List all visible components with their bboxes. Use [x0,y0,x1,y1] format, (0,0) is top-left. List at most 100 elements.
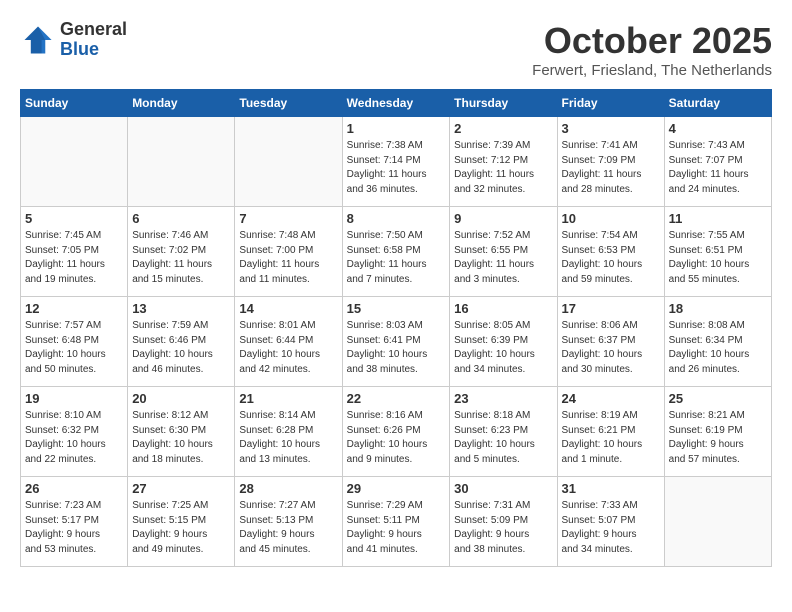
day-info: Sunrise: 7:31 AMSunset: 5:09 PMDaylight:… [454,499,552,557]
day-number: 12 [25,301,123,316]
day-number: 14 [239,301,337,316]
day-number: 20 [132,391,230,406]
title-block: October 2025 Ferwert, Friesland, The Net… [532,20,772,79]
weekday-header: Tuesday [235,90,342,117]
calendar-cell: 20 Sunrise: 8:12 AMSunset: 6:30 PMDayligh… [128,387,235,477]
day-info: Sunrise: 8:21 AMSunset: 6:19 PMDaylight:… [669,409,767,467]
calendar-cell: 2Sunrise: 7:39 AMSunset: 7:12 PMDaylight… [450,117,557,207]
calendar-cell [235,117,342,207]
day-number: 15 [347,301,446,316]
calendar-cell: 18Sunrise: 8:08 AMSunset: 6:34 PMDayligh… [664,297,771,387]
day-info: Sunrise: 8:19 AMSunset: 6:21 PMDaylight:… [562,409,660,467]
day-info: Sunrise: 8:18 AMSunset: 6:23 PMDaylight:… [454,409,552,467]
day-number: 19 [25,391,123,406]
day-number: 8 [347,211,446,226]
calendar-cell: 21 Sunrise: 8:14 AMSunset: 6:28 PMDayligh… [235,387,342,477]
weekday-header: Monday [128,90,235,117]
calendar-cell: 5Sunrise: 7:45 AMSunset: 7:05 PMDaylight… [21,207,128,297]
logo: General Blue [20,20,127,60]
day-number: 16 [454,301,552,316]
week-row: 5Sunrise: 7:45 AMSunset: 7:05 PMDaylight… [21,207,772,297]
day-number: 10 [562,211,660,226]
day-info: Sunrise: 7:59 AMSunset: 6:46 PMDaylight:… [132,319,230,377]
day-info: Sunrise: 8:06 AMSunset: 6:37 PMDaylight:… [562,319,660,377]
day-info: Sunrise: 8:14 AMSunset: 6:28 PMDaylight:… [239,409,337,467]
calendar-cell: 4 Sunrise: 7:43 AMSunset: 7:07 PMDaylight… [664,117,771,207]
weekday-header: Thursday [450,90,557,117]
day-info: Sunrise: 7:50 AMSunset: 6:58 PMDaylight:… [347,229,446,287]
day-number: 6 [132,211,230,226]
calendar-cell: 9 Sunrise: 7:52 AMSunset: 6:55 PMDaylight… [450,207,557,297]
calendar-cell: 17 Sunrise: 8:06 AMSunset: 6:37 PMDayligh… [557,297,664,387]
calendar-cell: 26 Sunrise: 7:23 AMSunset: 5:17 PMDayligh… [21,477,128,567]
day-info: Sunrise: 7:33 AMSunset: 5:07 PMDaylight:… [562,499,660,557]
logo-icon [20,22,56,58]
day-info: Sunrise: 7:43 AMSunset: 7:07 PMDaylight:… [669,139,767,197]
day-info: Sunrise: 8:10 AMSunset: 6:32 PMDaylight:… [25,409,123,467]
day-info: Sunrise: 8:12 AMSunset: 6:30 PMDaylight:… [132,409,230,467]
week-row: 26 Sunrise: 7:23 AMSunset: 5:17 PMDayligh… [21,477,772,567]
logo-line2: Blue [60,40,127,60]
day-number: 24 [562,391,660,406]
day-number: 11 [669,211,767,226]
weekday-header: Saturday [664,90,771,117]
day-info: Sunrise: 7:46 AMSunset: 7:02 PMDaylight:… [132,229,230,287]
weekday-header: Sunday [21,90,128,117]
calendar-cell: 12Sunrise: 7:57 AMSunset: 6:48 PMDayligh… [21,297,128,387]
day-number: 22 [347,391,446,406]
calendar-cell: 10 Sunrise: 7:54 AMSunset: 6:53 PMDayligh… [557,207,664,297]
day-number: 1 [347,121,446,136]
day-info: Sunrise: 7:54 AMSunset: 6:53 PMDaylight:… [562,229,660,287]
calendar-cell: 6 Sunrise: 7:46 AMSunset: 7:02 PMDaylight… [128,207,235,297]
location-subtitle: Ferwert, Friesland, The Netherlands [532,62,772,79]
day-number: 4 [669,121,767,136]
calendar-cell: 25 Sunrise: 8:21 AMSunset: 6:19 PMDayligh… [664,387,771,477]
calendar-cell: 22Sunrise: 8:16 AMSunset: 6:26 PMDayligh… [342,387,450,477]
day-number: 18 [669,301,767,316]
calendar-cell: 16 Sunrise: 8:05 AMSunset: 6:39 PMDayligh… [450,297,557,387]
day-info: Sunrise: 7:41 AMSunset: 7:09 PMDaylight:… [562,139,660,197]
day-number: 13 [132,301,230,316]
calendar-cell [21,117,128,207]
day-number: 31 [562,481,660,496]
week-row: 19 Sunrise: 8:10 AMSunset: 6:32 PMDayligh… [21,387,772,477]
calendar-cell: 14 Sunrise: 8:01 AMSunset: 6:44 PMDayligh… [235,297,342,387]
calendar-cell [664,477,771,567]
day-info: Sunrise: 7:55 AMSunset: 6:51 PMDaylight:… [669,229,767,287]
calendar-cell: 3 Sunrise: 7:41 AMSunset: 7:09 PMDaylight… [557,117,664,207]
day-info: Sunrise: 8:03 AMSunset: 6:41 PMDaylight:… [347,319,446,377]
day-number: 30 [454,481,552,496]
calendar-cell: 31 Sunrise: 7:33 AMSunset: 5:07 PMDayligh… [557,477,664,567]
day-info: Sunrise: 8:05 AMSunset: 6:39 PMDaylight:… [454,319,552,377]
calendar-cell: 30 Sunrise: 7:31 AMSunset: 5:09 PMDayligh… [450,477,557,567]
day-number: 23 [454,391,552,406]
calendar-cell: 15 Sunrise: 8:03 AMSunset: 6:41 PMDayligh… [342,297,450,387]
day-number: 26 [25,481,123,496]
day-number: 9 [454,211,552,226]
day-number: 25 [669,391,767,406]
day-info: Sunrise: 7:38 AMSunset: 7:14 PMDaylight:… [347,139,446,197]
weekday-header-row: SundayMondayTuesdayWednesdayThursdayFrid… [21,90,772,117]
calendar-table: SundayMondayTuesdayWednesdayThursdayFrid… [20,89,772,567]
day-info: Sunrise: 7:48 AMSunset: 7:00 PMDaylight:… [239,229,337,287]
calendar-cell: 7Sunrise: 7:48 AMSunset: 7:00 PMDaylight… [235,207,342,297]
month-title: October 2025 [532,20,772,62]
day-info: Sunrise: 8:01 AMSunset: 6:44 PMDaylight:… [239,319,337,377]
day-info: Sunrise: 7:25 AMSunset: 5:15 PMDaylight:… [132,499,230,557]
day-number: 27 [132,481,230,496]
day-number: 3 [562,121,660,136]
day-info: Sunrise: 7:23 AMSunset: 5:17 PMDaylight:… [25,499,123,557]
calendar-cell: 1 Sunrise: 7:38 AMSunset: 7:14 PMDaylight… [342,117,450,207]
calendar-cell: 24 Sunrise: 8:19 AMSunset: 6:21 PMDayligh… [557,387,664,477]
day-info: Sunrise: 7:27 AMSunset: 5:13 PMDaylight:… [239,499,337,557]
day-number: 17 [562,301,660,316]
day-info: Sunrise: 7:52 AMSunset: 6:55 PMDaylight:… [454,229,552,287]
calendar-cell: 27 Sunrise: 7:25 AMSunset: 5:15 PMDayligh… [128,477,235,567]
calendar-cell [128,117,235,207]
logo-line1: General [60,20,127,40]
day-number: 21 [239,391,337,406]
day-number: 29 [347,481,446,496]
weekday-header: Wednesday [342,90,450,117]
calendar-cell: 28Sunrise: 7:27 AMSunset: 5:13 PMDayligh… [235,477,342,567]
calendar-cell: 23 Sunrise: 8:18 AMSunset: 6:23 PMDayligh… [450,387,557,477]
